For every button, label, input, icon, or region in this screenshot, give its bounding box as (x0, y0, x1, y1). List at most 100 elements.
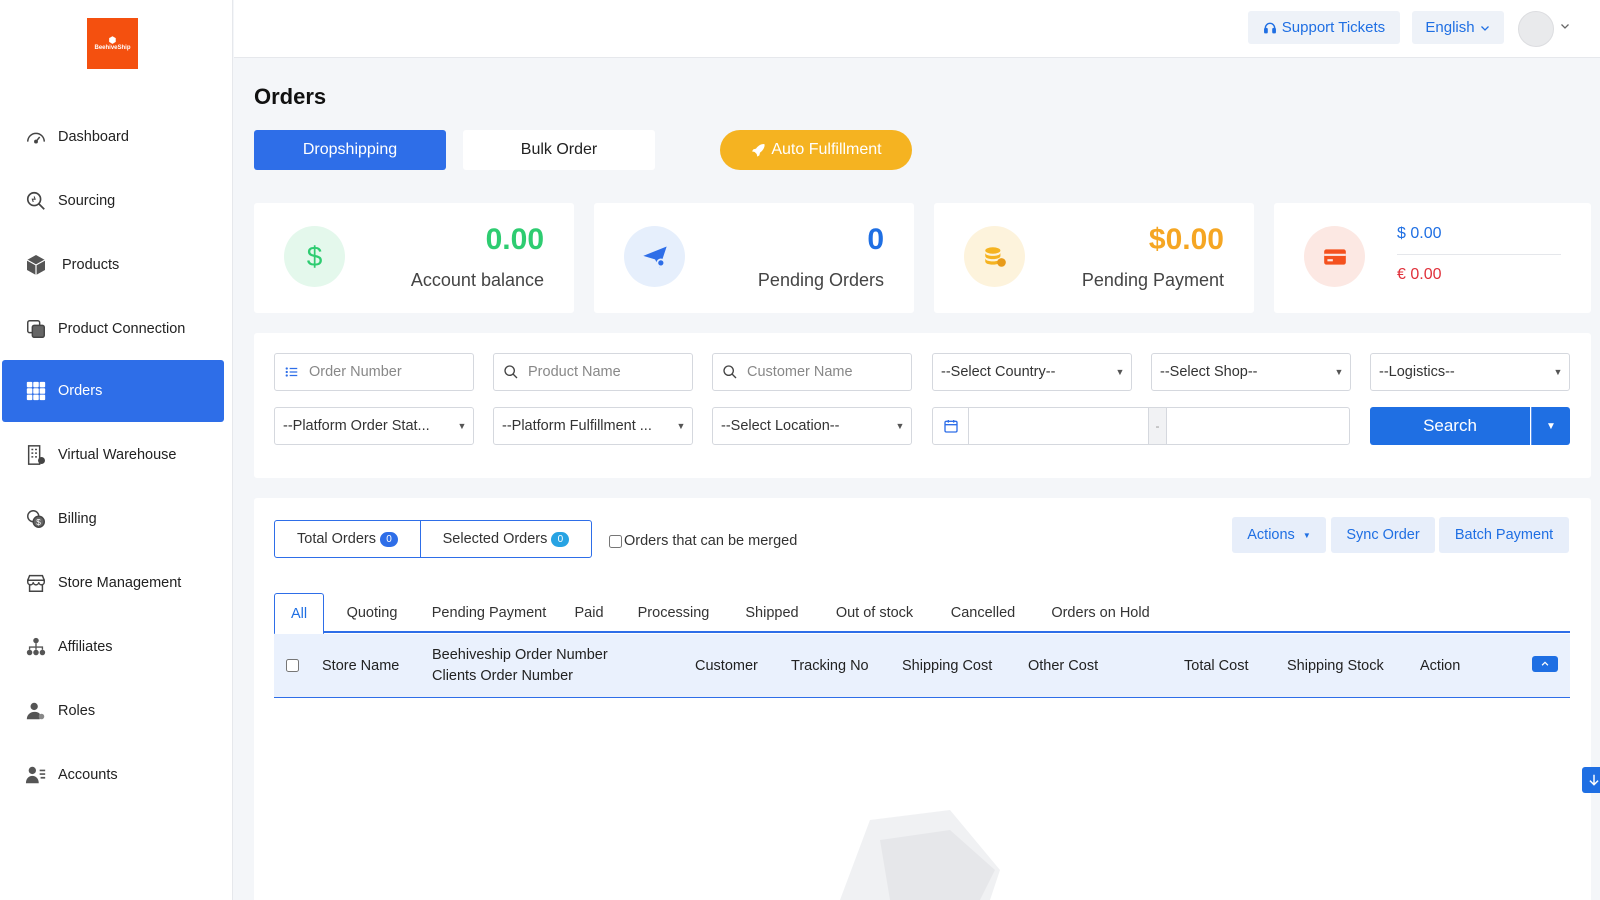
sidebar-item-label: Accounts (58, 767, 118, 783)
chevron-down-icon[interactable] (1559, 20, 1571, 35)
total-orders-tab[interactable]: Total Orders 0 (274, 520, 421, 558)
platform-fulfillment-select[interactable]: --Platform Fulfillment ... ▼ (493, 407, 693, 445)
caret-down-icon: ▼ (457, 421, 467, 431)
shop-select[interactable]: --Select Shop-- ▼ (1151, 353, 1351, 391)
support-tickets-button[interactable]: Support Tickets (1248, 11, 1400, 44)
start-date-input[interactable] (969, 408, 1149, 444)
sidebar-item-store-management[interactable]: Store Management (2, 552, 224, 614)
pending-orders-value: 0 (867, 223, 884, 256)
pending-orders-label: Pending Orders (757, 270, 884, 290)
platform-order-status-select[interactable]: --Platform Order Stat... ▼ (274, 407, 474, 445)
sync-order-button[interactable]: Sync Order (1331, 517, 1435, 553)
pending-payment-value: $0.00 (1148, 223, 1224, 256)
collapse-button[interactable] (1532, 656, 1558, 672)
actions-dropdown[interactable]: Actions ▼ (1232, 517, 1326, 553)
sidebar-item-dashboard[interactable]: Dashboard (2, 106, 224, 168)
account-balance-label: Account balance (410, 270, 544, 290)
tab-quoting[interactable]: Quoting (332, 593, 412, 633)
tab-shipped[interactable]: Shipped (732, 593, 812, 633)
selected-orders-tab[interactable]: Selected Orders 0 (420, 520, 592, 558)
column-action: Action (1420, 658, 1461, 674)
batch-payment-button[interactable]: Batch Payment (1439, 517, 1569, 553)
auto-fulfillment-button[interactable]: Auto Fulfillment (720, 130, 912, 170)
chevron-up-icon (1539, 659, 1551, 669)
sidebar-item-label: Roles (58, 703, 96, 719)
brand-logo[interactable]: ⬢ BeehiveShip (87, 18, 138, 69)
order-number-input[interactable]: Order Number (274, 353, 474, 391)
sidebar-item-product-connection[interactable]: Product Connection (2, 298, 224, 360)
select-all-checkbox[interactable] (286, 659, 299, 672)
headset-icon (1263, 21, 1277, 35)
user-avatar[interactable] (1518, 11, 1554, 47)
tab-cancelled[interactable]: Cancelled (938, 593, 1028, 633)
calendar-icon[interactable] (933, 408, 969, 444)
bulk-order-button[interactable]: Bulk Order (463, 130, 655, 170)
sidebar-item-billing[interactable]: $ Billing (2, 488, 224, 550)
pending-payment-card: $0.00 Pending Payment (934, 203, 1254, 313)
orders-table-header: Store Name Beehiveship Order Number Clie… (274, 634, 1570, 698)
tab-out-of-stock[interactable]: Out of stock (822, 593, 927, 633)
page-title: Orders (254, 84, 327, 109)
svg-text:$: $ (36, 518, 41, 527)
scroll-down-button[interactable] (1582, 767, 1600, 793)
sidebar-item-label: Billing (58, 511, 97, 527)
store-icon (24, 571, 48, 595)
arrow-down-icon (1587, 772, 1600, 788)
tab-pending-payment[interactable]: Pending Payment (424, 593, 554, 633)
caret-down-icon: ▼ (1302, 530, 1311, 540)
account-balance-card: $ 0.00 Account balance (254, 203, 574, 313)
mergeable-orders-filter[interactable]: Orders that can be merged (609, 533, 797, 549)
sidebar-item-orders[interactable]: Orders (2, 360, 224, 422)
location-select[interactable]: --Select Location-- ▼ (712, 407, 912, 445)
sidebar-item-affiliates[interactable]: Affiliates (2, 616, 224, 678)
search-button[interactable]: Search (1370, 407, 1530, 445)
column-shipping-cost: Shipping Cost (902, 658, 993, 674)
search-options-dropdown[interactable]: ▼ (1531, 407, 1570, 445)
caret-down-icon: ▼ (1546, 420, 1556, 432)
tab-all[interactable]: All (274, 593, 324, 635)
column-tracking-no: Tracking No (791, 658, 869, 674)
orders-icon (24, 379, 48, 403)
mergeable-orders-label: Orders that can be merged (624, 533, 798, 549)
order-number-placeholder: Order Number (309, 364, 402, 380)
actions-label: Actions (1247, 527, 1295, 543)
sidebar-item-label: Affiliates (58, 639, 113, 655)
credit-card-icon (1304, 226, 1365, 287)
total-orders-count: 0 (379, 531, 398, 547)
date-separator: - (1149, 408, 1167, 444)
sidebar-item-roles[interactable]: Roles (2, 680, 224, 742)
product-name-input[interactable]: Product Name (493, 353, 693, 391)
tab-orders-on-hold[interactable]: Orders on Hold (1038, 593, 1163, 633)
billing-icon: $ (24, 507, 48, 531)
coins-icon (964, 226, 1025, 287)
sidebar-item-label: Sourcing (58, 193, 116, 209)
sidebar-item-sourcing[interactable]: Sourcing (2, 170, 224, 232)
dropshipping-button[interactable]: Dropshipping (254, 130, 446, 170)
country-select[interactable]: --Select Country-- ▼ (932, 353, 1132, 391)
logistics-select[interactable]: --Logistics-- ▼ (1370, 353, 1570, 391)
end-date-input[interactable] (1167, 408, 1349, 444)
customer-name-input[interactable]: Customer Name (712, 353, 912, 391)
warehouse-icon (24, 443, 48, 467)
tab-paid[interactable]: Paid (564, 593, 614, 633)
caret-down-icon: ▼ (676, 421, 686, 431)
sidebar-item-label: Orders (58, 383, 103, 399)
sidebar-item-label: Products (62, 257, 120, 273)
sidebar-item-accounts[interactable]: Accounts (2, 744, 224, 806)
empty-state-illustration (800, 800, 1005, 900)
tab-processing[interactable]: Processing (626, 593, 721, 633)
column-clients-order-number: Clients Order Number (432, 668, 574, 684)
rocket-icon (750, 142, 766, 158)
language-dropdown[interactable]: English (1412, 11, 1504, 44)
order-status-tabs: All Quoting Pending Payment Paid Process… (274, 593, 1570, 635)
mergeable-orders-checkbox[interactable] (609, 534, 622, 548)
total-orders-label: Total Orders (297, 531, 376, 547)
account-balance-value: 0.00 (485, 223, 544, 256)
logistics-select-value: --Logistics-- (1379, 364, 1455, 380)
affiliates-icon (24, 635, 48, 659)
sidebar-item-virtual-warehouse[interactable]: Virtual Warehouse (2, 424, 224, 486)
sidebar-item-products[interactable]: Products (2, 234, 224, 296)
sidebar-item-label: Store Management (58, 575, 182, 591)
platform-order-status-value: --Platform Order Stat... (283, 418, 430, 434)
accounts-icon (24, 763, 48, 787)
